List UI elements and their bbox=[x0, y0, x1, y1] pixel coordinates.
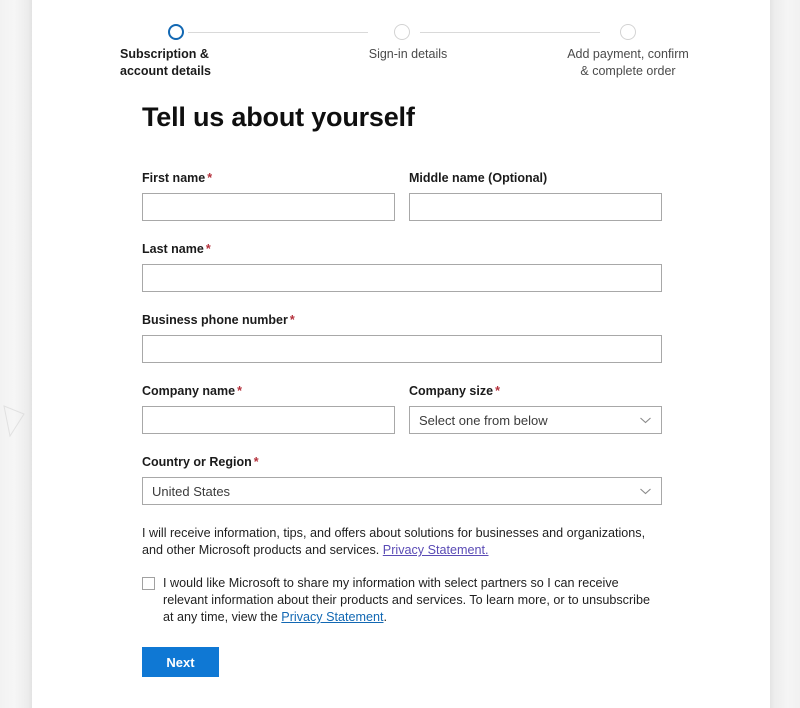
next-button[interactable]: Next bbox=[142, 647, 219, 677]
chevron-down-icon bbox=[640, 417, 651, 424]
country-region-label: Country or Region * bbox=[142, 454, 662, 470]
field-company-size: Company size * Select one from below bbox=[409, 383, 662, 434]
company-size-label-text: Company size bbox=[409, 384, 494, 398]
stepper-track bbox=[120, 22, 680, 42]
partner-optin-body-tail: . bbox=[383, 610, 388, 624]
business-phone-label: Business phone number * bbox=[142, 312, 662, 328]
signup-form: First name * Middle name (Optional) Last … bbox=[142, 170, 662, 677]
page-gutter-right bbox=[770, 0, 800, 708]
last-name-label: Last name * bbox=[142, 241, 662, 257]
stepper-label-step-2: Sign-in details bbox=[322, 46, 494, 63]
company-name-required-marker: * bbox=[237, 384, 242, 398]
stepper-label-step-3: Add payment, confirm & complete order bbox=[538, 46, 718, 80]
business-phone-label-text: Business phone number bbox=[142, 313, 288, 327]
company-size-selected-value: Select one from below bbox=[419, 412, 548, 428]
company-size-required-marker: * bbox=[495, 384, 500, 398]
business-phone-required-marker: * bbox=[289, 313, 295, 327]
stepper-connector-2 bbox=[420, 31, 600, 33]
form-row-name: First name * Middle name (Optional) bbox=[142, 170, 662, 221]
middle-name-label: Middle name (Optional) bbox=[409, 170, 662, 186]
stepper-label-step-3-line1: Add payment, confirm bbox=[567, 47, 689, 61]
country-region-select[interactable]: United States bbox=[142, 477, 662, 505]
company-name-label: Company name * bbox=[142, 383, 395, 399]
form-row-company: Company name * Company size * Select one f… bbox=[142, 383, 662, 434]
field-country-region: Country or Region * United States bbox=[142, 454, 662, 505]
company-name-input[interactable] bbox=[142, 406, 395, 434]
partner-optin-body: I would like Microsoft to share my infor… bbox=[163, 576, 650, 624]
first-name-label-text: First name bbox=[142, 171, 206, 185]
stepper-label-step-1: Subscription & account details bbox=[120, 46, 260, 80]
page-viewport: Subscription & account details Sign-in d… bbox=[0, 0, 800, 708]
country-region-required-marker: * bbox=[253, 455, 259, 469]
main-content: Tell us about yourself First name * Middl… bbox=[142, 100, 662, 677]
country-region-selected-value: United States bbox=[152, 483, 231, 499]
field-middle-name: Middle name (Optional) bbox=[409, 170, 662, 221]
checkout-stepper: Subscription & account details Sign-in d… bbox=[120, 22, 689, 92]
partner-optin-text: I would like Microsoft to share my infor… bbox=[163, 575, 662, 626]
last-name-required-marker: * bbox=[205, 242, 211, 256]
form-row-last-name: Last name * bbox=[142, 241, 662, 292]
stepper-label-step-1-line1: Subscription & bbox=[120, 47, 209, 61]
field-first-name: First name * bbox=[142, 170, 395, 221]
stepper-label-step-2-line1: Sign-in details bbox=[368, 47, 448, 61]
company-name-label-text: Company name bbox=[142, 384, 236, 398]
business-phone-input[interactable] bbox=[142, 335, 662, 363]
field-last-name: Last name * bbox=[142, 241, 662, 292]
stepper-node-step-3[interactable] bbox=[620, 24, 636, 40]
field-company-name: Company name * bbox=[142, 383, 395, 434]
stepper-node-step-2[interactable] bbox=[394, 24, 410, 40]
stepper-label-step-3-line2: & complete order bbox=[580, 64, 676, 78]
stepper-label-step-1-line2: account details bbox=[120, 64, 211, 78]
company-size-label: Company size * bbox=[409, 383, 662, 399]
last-name-input[interactable] bbox=[142, 264, 662, 292]
partner-optin-row: I would like Microsoft to share my infor… bbox=[142, 575, 662, 626]
middle-name-input[interactable] bbox=[409, 193, 662, 221]
middle-name-label-text: Middle name (Optional) bbox=[409, 171, 548, 185]
country-region-label-text: Country or Region bbox=[142, 455, 252, 469]
form-row-business-phone: Business phone number * bbox=[142, 312, 662, 363]
last-name-label-text: Last name bbox=[142, 242, 204, 256]
marketing-consent-text: I will receive information, tips, and of… bbox=[142, 525, 662, 559]
paper-fold-decoration bbox=[3, 405, 25, 438]
stepper-node-step-1[interactable] bbox=[168, 24, 184, 40]
first-name-input[interactable] bbox=[142, 193, 395, 221]
partner-optin-checkbox[interactable] bbox=[142, 577, 155, 590]
field-business-phone: Business phone number * bbox=[142, 312, 662, 363]
page-gutter-left bbox=[0, 0, 32, 708]
privacy-statement-link-optin[interactable]: Privacy Statement bbox=[281, 610, 383, 624]
chevron-down-icon bbox=[640, 488, 651, 495]
company-size-select[interactable]: Select one from below bbox=[409, 406, 662, 434]
form-row-country: Country or Region * United States bbox=[142, 454, 662, 505]
first-name-required-marker: * bbox=[207, 171, 213, 185]
privacy-statement-link-consent[interactable]: Privacy Statement. bbox=[383, 543, 489, 557]
stepper-connector-1 bbox=[188, 31, 368, 33]
page-title: Tell us about yourself bbox=[142, 102, 415, 132]
first-name-label: First name * bbox=[142, 170, 395, 186]
